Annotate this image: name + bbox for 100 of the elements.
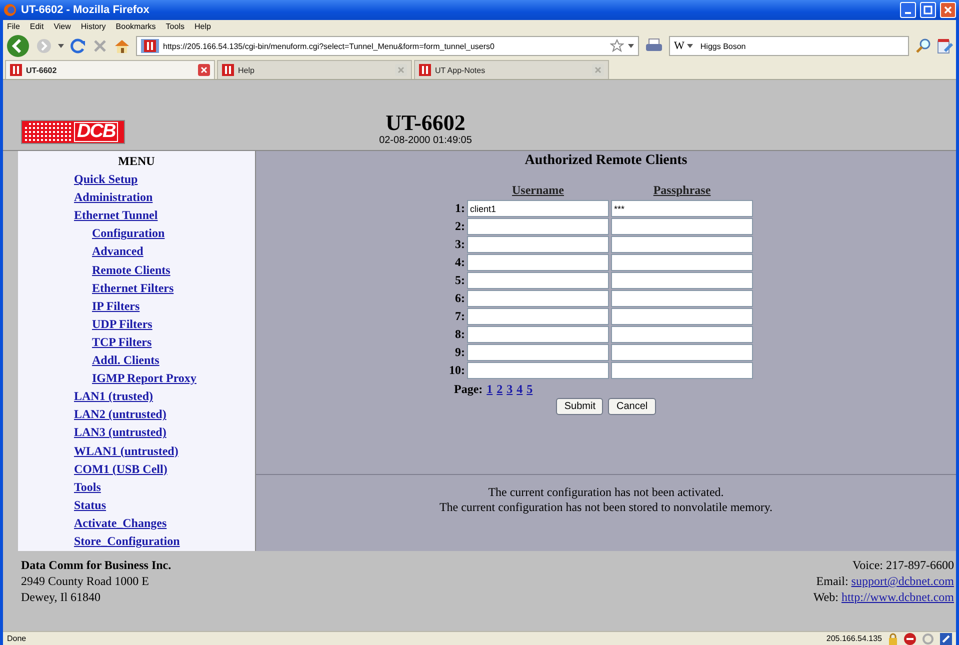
menu-link[interactable]: IP Filters — [18, 296, 255, 315]
edit-page-icon[interactable] — [937, 38, 953, 54]
close-icon — [943, 5, 953, 15]
username-field[interactable] — [467, 326, 609, 343]
company-logo: DCB — [21, 120, 125, 144]
menu-link[interactable]: Configuration — [18, 224, 255, 242]
passphrase-field[interactable] — [611, 344, 753, 361]
page-link[interactable]: 5 — [526, 382, 533, 397]
status-text: Done — [7, 634, 26, 643]
row-number: 7: — [455, 309, 465, 323]
username-field[interactable] — [467, 362, 609, 379]
passphrase-field[interactable] — [611, 326, 753, 343]
pager-label: Page: — [454, 382, 483, 397]
menu-link[interactable]: LAN3 (untrusted) — [18, 423, 255, 442]
close-icon[interactable] — [198, 64, 210, 76]
username-field[interactable] — [467, 272, 609, 289]
menu-item[interactable]: Edit — [30, 22, 44, 30]
menu-link[interactable]: UDP Filters — [18, 314, 255, 333]
page-link[interactable]: 4 — [516, 382, 523, 397]
page-link[interactable]: 1 — [486, 382, 493, 397]
menu-item[interactable]: History — [80, 22, 106, 30]
menu-link[interactable]: LAN2 (untrusted) — [18, 405, 255, 424]
username-field[interactable] — [467, 290, 609, 307]
address-field[interactable]: https://205.166.54.135/cgi-bin/menuform.cgi?select=Tunnel_Menu&form=form_tunnel_users0 — [136, 36, 639, 56]
menu-title: MENU — [117, 153, 156, 170]
passphrase-field[interactable] — [611, 362, 753, 379]
menu-link[interactable]: Ethernet Filters — [18, 278, 255, 297]
back-button[interactable] — [6, 34, 30, 58]
username-field[interactable] — [467, 254, 609, 271]
caret-icon[interactable] — [58, 44, 64, 48]
email-link[interactable]: support@dcbnet.com — [851, 574, 954, 588]
minimize-button[interactable] — [900, 2, 916, 18]
date-time: 02-08-2000 01:49:05 — [378, 135, 473, 146]
search-field[interactable]: W Higgs Boson — [669, 36, 909, 56]
close-button[interactable] — [940, 2, 956, 18]
menu-item[interactable]: View — [54, 22, 71, 30]
username-field[interactable] — [467, 344, 609, 361]
browser-tab[interactable]: UT App-Notes — [414, 60, 609, 79]
menu-link[interactable]: Administration — [18, 188, 255, 206]
menu-link[interactable]: Status — [18, 496, 255, 514]
column-header: Username — [512, 183, 564, 197]
row-number: 1: — [455, 201, 465, 215]
forward-button[interactable] — [36, 38, 52, 54]
lock-icon — [888, 632, 898, 644]
menu-link[interactable]: Store_Configuration — [18, 532, 255, 550]
stop-icon[interactable] — [92, 38, 108, 54]
home-icon[interactable] — [114, 38, 130, 54]
star-icon[interactable] — [610, 39, 624, 53]
menu-item[interactable]: Bookmarks — [116, 22, 156, 30]
passphrase-field[interactable] — [611, 290, 753, 307]
menu-item[interactable]: Tools — [166, 22, 184, 30]
stop-sign-icon — [904, 632, 916, 644]
column-header: Passphrase — [653, 183, 711, 197]
maximize-icon — [923, 5, 933, 15]
browser-tab[interactable]: UT-6602 — [5, 60, 215, 79]
menu-link[interactable]: COM1 (USB Cell) — [18, 460, 255, 478]
row-number: 5: — [455, 273, 465, 287]
username-field[interactable] — [467, 218, 609, 235]
menu-link[interactable]: Quick Setup — [18, 170, 255, 188]
caret-icon[interactable] — [687, 44, 694, 48]
cancel-button[interactable]: Cancel — [608, 398, 656, 415]
printer-icon[interactable] — [645, 38, 663, 54]
menu-link[interactable]: Tools — [18, 478, 255, 496]
passphrase-field[interactable] — [611, 272, 753, 289]
menu-link[interactable]: WLAN1 (untrusted) — [18, 442, 255, 460]
username-field[interactable]: client1 — [467, 200, 609, 217]
site-icon — [222, 64, 234, 76]
menu-link[interactable]: Ethernet Tunnel — [18, 206, 255, 224]
site-icon — [419, 64, 431, 76]
menu-link[interactable]: Addl. Clients — [18, 351, 255, 370]
menu-link[interactable]: Activate_Changes — [18, 514, 255, 532]
passphrase-field[interactable]: *** — [611, 200, 753, 217]
search-engine-selector[interactable]: W — [674, 40, 684, 52]
window-title: UT-6602 - Mozilla Firefox — [21, 4, 150, 16]
menu-link[interactable]: LAN1 (trusted) — [18, 387, 255, 406]
maximize-button[interactable] — [920, 2, 936, 18]
menu-link[interactable]: Advanced — [18, 242, 255, 261]
browser-logo-icon — [3, 3, 17, 17]
browser-tab[interactable]: Help — [217, 60, 412, 79]
voice-label: Voice: — [852, 558, 883, 572]
menu-item[interactable]: Help — [194, 22, 211, 30]
passphrase-field[interactable] — [611, 254, 753, 271]
menu-item[interactable]: File — [7, 22, 20, 30]
menu-link[interactable]: Remote Clients — [18, 260, 255, 279]
menu-link[interactable]: TCP Filters — [18, 332, 255, 352]
passphrase-field[interactable] — [611, 236, 753, 253]
reload-icon[interactable] — [70, 38, 86, 54]
username-field[interactable] — [467, 236, 609, 253]
submit-button[interactable]: Submit — [556, 398, 604, 415]
caret-icon[interactable] — [628, 44, 634, 48]
passphrase-field[interactable] — [611, 308, 753, 325]
row-number: 9: — [455, 345, 465, 359]
menu-link[interactable]: IGMP Report Proxy — [18, 369, 255, 388]
web-link[interactable]: http://www.dcbnet.com — [841, 590, 954, 604]
row-number: 4: — [455, 255, 465, 269]
page-link[interactable]: 3 — [506, 382, 513, 397]
page-link[interactable]: 2 — [496, 382, 503, 397]
username-field[interactable] — [467, 308, 609, 325]
passphrase-field[interactable] — [611, 218, 753, 235]
search-icon[interactable] — [915, 38, 931, 54]
